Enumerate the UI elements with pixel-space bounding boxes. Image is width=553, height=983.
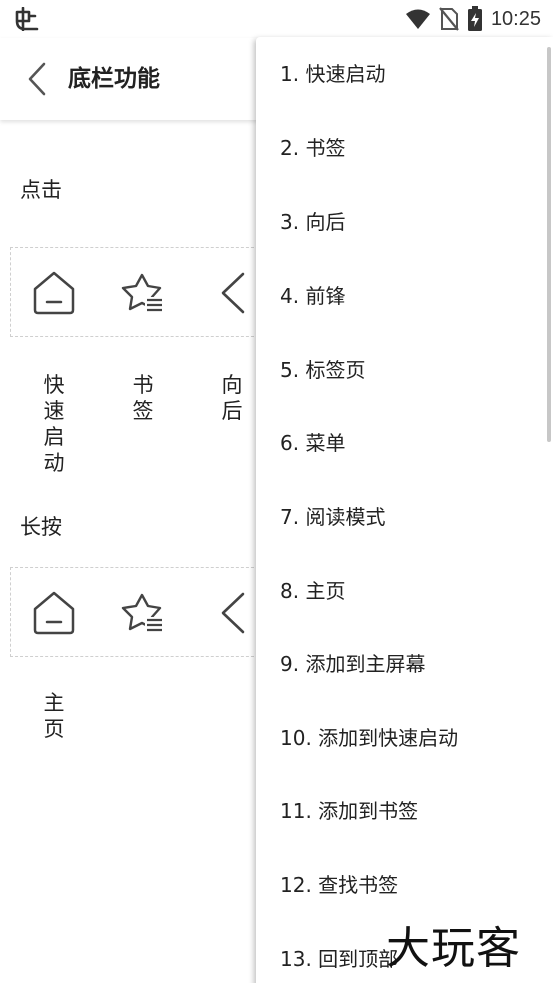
function-menu: 1. 快速启动 2. 书签 3. 向后 4. 前锋 5. 标签页 6. 菜单 7… bbox=[256, 37, 553, 983]
menu-item-reading-mode[interactable]: 7. 阅读模式 bbox=[256, 480, 553, 554]
status-icons: 10:25 bbox=[405, 5, 541, 33]
menu-item-add-to-quick-launch[interactable]: 10. 添加到快速启动 bbox=[256, 701, 553, 775]
long-press-section-title: 长按 bbox=[20, 515, 62, 539]
menu-item-bookmarks[interactable]: 2. 书签 bbox=[256, 111, 553, 185]
no-sim-icon bbox=[439, 7, 459, 31]
screen: 10:25 底栏功能 点击 快速启动 书签 向后 长按 主页 1. 快速启动 2… bbox=[0, 0, 553, 983]
menu-item-home[interactable]: 8. 主页 bbox=[256, 554, 553, 628]
menu-item-add-to-bookmarks[interactable]: 11. 添加到书签 bbox=[256, 774, 553, 848]
click-label-quick-launch: 快速启动 bbox=[43, 373, 65, 475]
battery-charging-icon bbox=[467, 6, 482, 31]
status-time: 10:25 bbox=[490, 7, 541, 30]
menu-item-menu[interactable]: 6. 菜单 bbox=[256, 406, 553, 480]
status-bar: 10:25 bbox=[0, 0, 553, 38]
page-title: 底栏功能 bbox=[68, 66, 160, 92]
bug-icon bbox=[15, 7, 39, 31]
menu-item-add-to-home-screen[interactable]: 9. 添加到主屏幕 bbox=[256, 627, 553, 701]
back-button[interactable] bbox=[20, 58, 56, 100]
wifi-icon bbox=[405, 9, 430, 29]
menu-item-find-bookmarks[interactable]: 12. 查找书签 bbox=[256, 848, 553, 922]
watermark-logo: 大玩客 bbox=[386, 923, 521, 974]
click-section-title: 点击 bbox=[20, 178, 62, 202]
home-icon[interactable] bbox=[31, 270, 77, 316]
click-label-bookmarks: 书签 bbox=[132, 373, 154, 423]
star-list-icon[interactable] bbox=[119, 270, 165, 316]
chevron-left-icon[interactable] bbox=[209, 590, 255, 636]
menu-item-back[interactable]: 3. 向后 bbox=[256, 185, 553, 259]
menu-scrollbar[interactable] bbox=[547, 47, 551, 442]
chevron-left-icon[interactable] bbox=[209, 270, 255, 316]
menu-item-tabs[interactable]: 5. 标签页 bbox=[256, 333, 553, 407]
home-icon[interactable] bbox=[31, 590, 77, 636]
long-press-label-home: 主页 bbox=[43, 691, 65, 741]
click-label-back: 向后 bbox=[221, 373, 243, 423]
menu-item-quick-launch[interactable]: 1. 快速启动 bbox=[256, 37, 553, 111]
star-list-icon[interactable] bbox=[119, 590, 165, 636]
menu-item-forward[interactable]: 4. 前锋 bbox=[256, 259, 553, 333]
